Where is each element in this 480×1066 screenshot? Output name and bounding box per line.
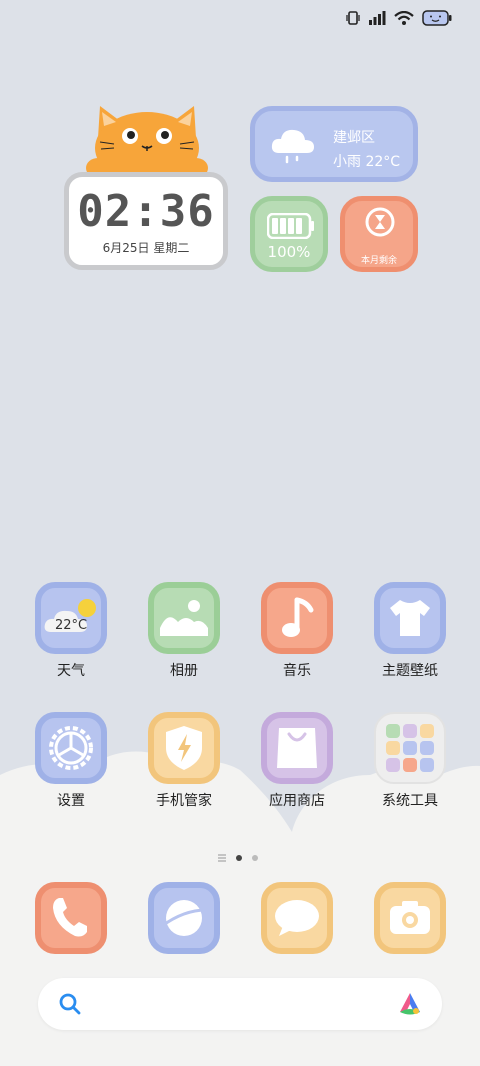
battery-percent: 100% <box>267 243 311 261</box>
phone-icon <box>35 882 107 954</box>
weather-app-temp: 22°C <box>54 618 88 633</box>
folder-icon <box>374 712 446 784</box>
app-label: 天气 <box>57 663 85 679</box>
app-system-tools-folder[interactable]: 系统工具 <box>370 712 450 810</box>
gallery-icon <box>148 582 220 654</box>
cat-illustration <box>86 106 208 182</box>
month-remaining-label: 本月剩余 <box>360 256 397 266</box>
app-label: 主题壁纸 <box>382 663 438 679</box>
weather-widget[interactable]: 建邺区 小雨 22°C <box>250 106 418 182</box>
signal-icon <box>369 11 386 25</box>
app-store[interactable]: 应用商店 <box>257 712 337 810</box>
browser-icon <box>148 882 220 954</box>
page-list-icon <box>218 854 226 862</box>
app-weather[interactable]: 22°C 天气 <box>31 582 111 680</box>
music-note-icon <box>261 582 333 654</box>
app-gallery[interactable]: 相册 <box>144 582 224 680</box>
gear-icon <box>35 712 107 784</box>
page-dot-active[interactable] <box>236 855 242 861</box>
vibrate-icon <box>346 11 360 25</box>
page-indicator[interactable] <box>218 854 258 862</box>
battery-widget[interactable]: 100% <box>250 196 328 272</box>
status-bar <box>346 10 452 26</box>
app-settings[interactable]: 设置 <box>31 712 111 810</box>
rain-cloud-icon <box>271 129 314 164</box>
clock-date: 6月25日 星期二 <box>102 241 190 255</box>
shopping-bag-icon <box>261 712 333 784</box>
camera-icon <box>374 882 446 954</box>
messages-icon <box>261 882 333 954</box>
app-label: 设置 <box>57 793 85 809</box>
app-music[interactable]: 音乐 <box>257 582 337 680</box>
dock-phone[interactable] <box>31 882 111 954</box>
clock-time: 02:36 <box>77 186 215 237</box>
hourglass-icon <box>365 207 395 237</box>
search-icon <box>59 993 81 1015</box>
dock-browser[interactable] <box>144 882 224 954</box>
app-label: 相册 <box>170 663 198 679</box>
shield-bolt-icon <box>148 712 220 784</box>
search-bar[interactable] <box>38 978 442 1030</box>
battery-icon <box>422 10 452 26</box>
app-label: 系统工具 <box>382 793 438 809</box>
weather-app-icon: 22°C <box>35 582 107 654</box>
assistant-logo-icon[interactable] <box>396 990 424 1018</box>
app-label: 应用商店 <box>269 793 325 809</box>
clock-widget[interactable]: 02:36 6月25日 星期二 <box>64 172 228 270</box>
app-phone-manager[interactable]: 手机管家 <box>144 712 224 810</box>
app-themes[interactable]: 主题壁纸 <box>370 582 450 680</box>
dock-camera[interactable] <box>370 882 450 954</box>
month-remaining-widget[interactable]: 本月剩余 <box>340 196 418 272</box>
battery-level-icon <box>267 213 314 239</box>
wifi-icon <box>394 11 414 25</box>
weather-location: 建邺区 <box>333 130 375 146</box>
app-label: 音乐 <box>283 663 311 679</box>
dock-messages[interactable] <box>257 882 337 954</box>
page-dot[interactable] <box>252 855 258 861</box>
weather-condition: 小雨 22°C <box>333 154 401 170</box>
app-label: 手机管家 <box>156 793 212 809</box>
tshirt-icon <box>374 582 446 654</box>
